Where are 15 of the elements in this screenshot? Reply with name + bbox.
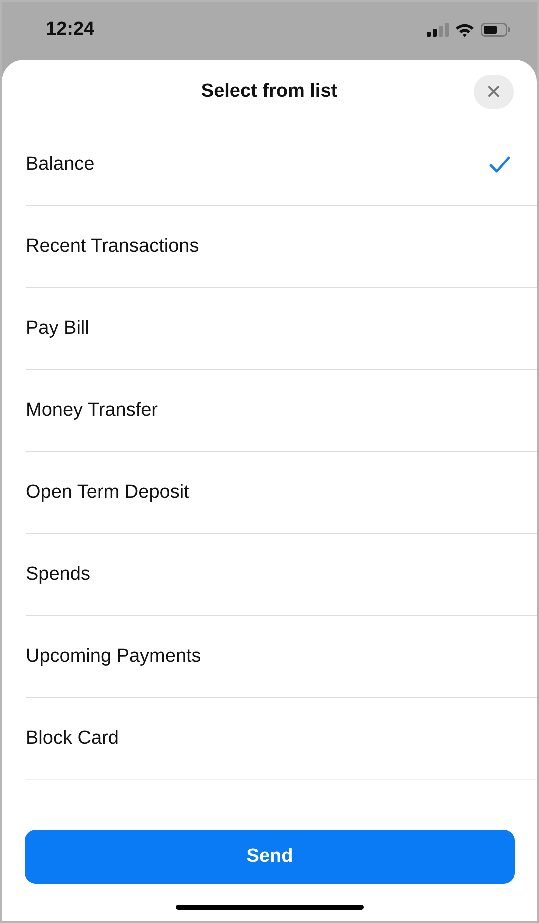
status-time: 12:24 <box>46 19 95 41</box>
battery-icon <box>481 23 511 37</box>
list-option[interactable]: Upcoming Payments <box>26 616 537 698</box>
signal-icon <box>427 23 449 37</box>
list-option[interactable]: Pay Bill <box>26 288 537 370</box>
list-option[interactable]: Spends <box>26 534 537 616</box>
close-button[interactable]: ✕ <box>474 75 514 109</box>
list-option[interactable]: Recent Transactions <box>26 206 537 288</box>
list-option[interactable]: Money Transfer <box>26 370 537 452</box>
list-option[interactable]: Block Card <box>26 698 537 780</box>
send-button[interactable]: Send <box>25 830 515 884</box>
wifi-icon <box>455 22 475 38</box>
list-option[interactable]: Open Term Deposit <box>26 452 537 534</box>
list-option[interactable]: Balance <box>26 124 537 206</box>
sheet-title: Select from list <box>201 81 338 103</box>
